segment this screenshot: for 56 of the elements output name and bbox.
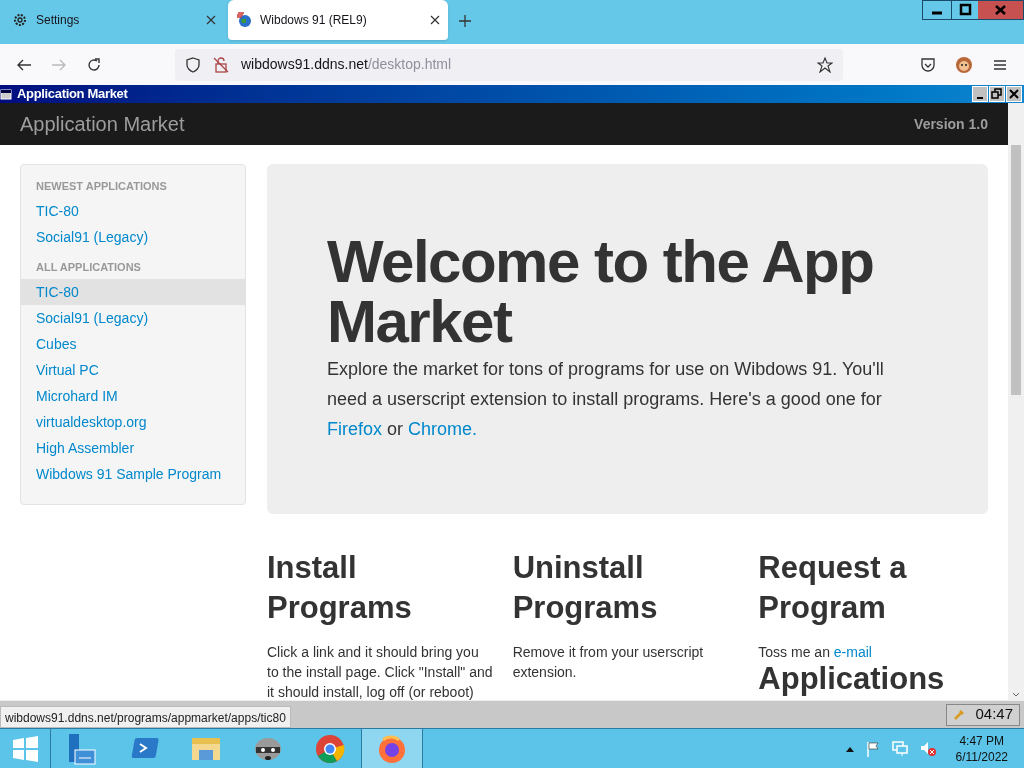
scroll-down-icon[interactable]: [1012, 692, 1020, 698]
app-link[interactable]: Social91 (Legacy): [21, 224, 245, 250]
muted-speaker-icon[interactable]: [919, 740, 936, 757]
url-text: wibdows91.ddns.net/desktop.html: [241, 55, 453, 74]
section-heading: NEWEST APPLICATIONS: [35, 179, 168, 192]
tab-title: Settings: [36, 12, 81, 29]
show-hidden-icon[interactable]: [845, 745, 854, 752]
flag-icon[interactable]: [865, 740, 880, 757]
star-icon[interactable]: [817, 56, 833, 73]
browser-tab[interactable]: Settings: [4, 0, 224, 40]
section-title: Request a Program: [758, 549, 908, 627]
close-icon[interactable]: [206, 15, 216, 25]
address-bar[interactable]: wibdows91.ddns.net/desktop.html: [175, 48, 843, 81]
app-link[interactable]: TIC-80: [21, 198, 245, 224]
section-heading: ALL APPLICATIONS: [35, 260, 142, 273]
status-url: wibdows91.ddns.net/programs/appmarket/apps/tic80: [0, 706, 291, 728]
app-link[interactable]: High Assembler: [21, 435, 245, 461]
section-text: Remove it from your userscript extension.: [512, 643, 705, 682]
gear-icon: [12, 12, 28, 28]
lock-icon: [213, 56, 229, 73]
hero-title: Welcome to the App Market: [327, 232, 875, 352]
app-link[interactable]: Wibdows 91 Sample Program: [21, 461, 245, 487]
hero-text: Explore the market for tons of programs for use on Wibdows 91. You'll need a userscript extension to install programs. Here's a good one for Firefox or Chrome.: [327, 358, 885, 441]
app-link[interactable]: TIC-80: [21, 279, 245, 305]
shield-icon: [185, 56, 201, 73]
key-icon: [953, 708, 966, 721]
app-link[interactable]: virtualdesktop.org: [21, 409, 245, 435]
section-text: Toss me an e-mail: [758, 643, 873, 662]
globe-icon: [236, 12, 252, 28]
section-title: Uninstall Programs: [512, 549, 659, 627]
section-title: Install Programs: [267, 549, 413, 627]
firefox-link[interactable]: Firefox: [327, 419, 382, 439]
tab-title: Wibdows 91 (REL9): [260, 12, 368, 29]
clock[interactable]: 4:47 PM 6/11/2022: [955, 732, 1008, 765]
monkey-icon[interactable]: [955, 55, 973, 74]
window-icon: [0, 88, 12, 100]
clock-time: 04:47: [975, 704, 1013, 725]
close-icon[interactable]: [430, 15, 440, 25]
app-title: Application Market: [20, 112, 185, 137]
scrollbar-thumb[interactable]: [1011, 145, 1021, 395]
window-title: Application Market: [17, 85, 128, 104]
taskbar-button[interactable]: [361, 729, 423, 768]
app-link[interactable]: Virtual PC: [21, 357, 245, 383]
chrome-link[interactable]: Chrome.: [408, 419, 478, 439]
app-link[interactable]: Cubes: [21, 331, 245, 357]
section-title: Applications: [758, 662, 946, 696]
minimize-icon[interactable]: [972, 86, 988, 102]
reload-icon[interactable]: [86, 56, 102, 73]
email-link[interactable]: e-mail: [833, 644, 872, 660]
section-text: Click a link and it should bring you to the install page. Click "Install" and it should install, log off (or reboot): [267, 643, 494, 700]
new-tab-icon[interactable]: [458, 14, 472, 28]
app-link[interactable]: Social91 (Legacy): [21, 305, 245, 331]
version-label: Version 1.0: [914, 114, 988, 134]
browser-tab[interactable]: Wibdows 91 (REL9): [228, 0, 448, 40]
pocket-icon[interactable]: [920, 56, 936, 73]
app-link[interactable]: Microhard IM: [21, 383, 245, 409]
